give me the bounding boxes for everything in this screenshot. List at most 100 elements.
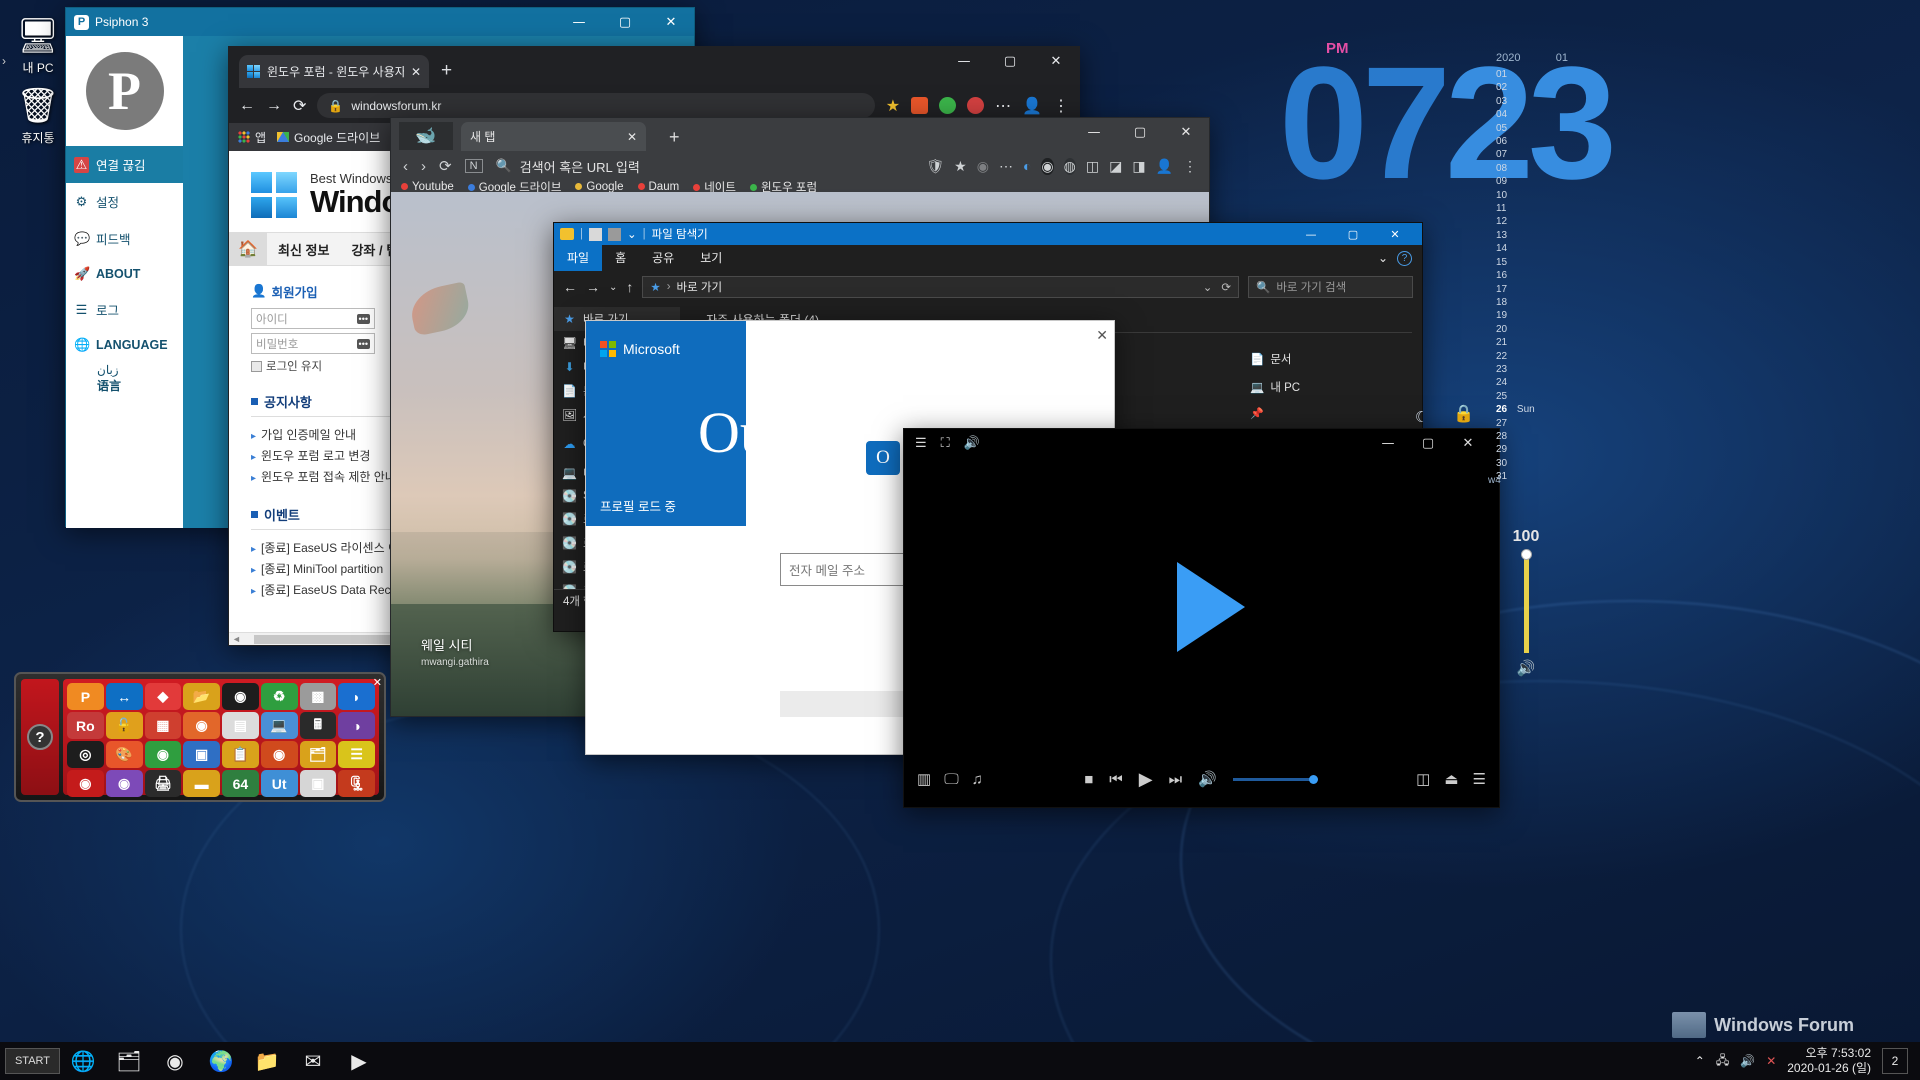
back-icon[interactable]: ← (239, 97, 255, 115)
whale-sidebar-toggle-icon[interactable]: ◍ (1063, 157, 1076, 175)
dock-item-utorrent[interactable]: Ut (260, 770, 298, 797)
stop-button[interactable]: ■ (1084, 771, 1093, 788)
close-icon[interactable]: ✕ (1096, 327, 1108, 344)
back-icon[interactable]: ‹ (403, 158, 408, 175)
keyboard-security-icon[interactable]: ••• (356, 338, 370, 349)
folder-tile-thispc[interactable]: 💻 내 PC (1250, 379, 1412, 395)
menu-icon[interactable]: ☰ (915, 435, 927, 451)
fullscreen-icon[interactable]: ⛶ (941, 435, 950, 451)
minimize-button[interactable]: — (1071, 118, 1117, 146)
volume-icon[interactable]: 🔊 (1740, 1054, 1755, 1068)
whale-tab[interactable]: 새 탭 ✕ (461, 122, 646, 151)
more-icon[interactable]: ⋯ (999, 158, 1013, 175)
previous-button[interactable]: ⏮ (1109, 771, 1123, 788)
whale-address-bar[interactable]: 🔍 검색어 혹은 URL 입력 (496, 157, 914, 176)
path-dropdown-icon[interactable]: ⌄ (1203, 280, 1213, 294)
split-view-icon[interactable]: ◪ (1109, 158, 1122, 175)
playlist-toggle-icon[interactable]: ☰ (1473, 770, 1486, 788)
extension-icon[interactable]: ◉ (977, 158, 989, 175)
chrome-tab-close-icon[interactable]: ✕ (411, 65, 421, 79)
forum-menu-item-news[interactable]: 최신 정보 (267, 240, 340, 259)
dock-item-imageviewer[interactable]: ◑ (338, 712, 375, 739)
whale-new-tab-button[interactable]: + (669, 127, 680, 148)
audio-icon[interactable]: 🔊 (964, 435, 980, 451)
dock-item-unlocker[interactable]: 🔓 (105, 712, 143, 739)
folder-tile-documents[interactable]: 📄 문서 (1250, 351, 1412, 367)
whale-tab-close-icon[interactable]: ✕ (627, 130, 637, 144)
dock-item-kmplayer[interactable]: ◉ (183, 712, 220, 739)
address-bar[interactable]: 🔒 windowsforum.kr (317, 93, 875, 118)
close-button[interactable]: ✕ (1163, 118, 1209, 146)
maximize-button[interactable]: ▢ (1332, 223, 1374, 245)
sidebar-item-language[interactable]: 🌐 LANGUAGE (66, 328, 183, 362)
dock-help-button[interactable]: ? (21, 679, 59, 795)
dock-item-teamviewer[interactable]: ↔ (105, 683, 143, 710)
dock-item-firewall[interactable]: ▩ (299, 683, 337, 710)
taskbar-item-mail[interactable]: ✉ (290, 1042, 336, 1080)
chrome-menu-icon[interactable]: ⋮ (1053, 96, 1069, 116)
bookmark-apps[interactable]: 앱 (238, 129, 266, 146)
whale-titlebar[interactable]: 🐋 새 탭 ✕ + — ▢ ✕ ‹ › ⟳ N 🔍 검색어 혹은 URL 입력 … (391, 118, 1209, 194)
dock-item-everything[interactable]: ◆ (144, 683, 182, 710)
forum-password-input[interactable]: 비밀번호 ••• (251, 333, 375, 354)
volume-slider[interactable] (1232, 774, 1318, 784)
chrome-new-tab-button[interactable]: + (441, 60, 452, 82)
extension-icon-3[interactable] (967, 97, 985, 114)
ribbon-tab-share[interactable]: 공유 (639, 245, 687, 271)
taskbar-item-player[interactable]: ▶ (336, 1042, 382, 1080)
language-option-zh[interactable]: 语言 (97, 378, 183, 394)
dock-item-color-tool[interactable]: ◉ (105, 770, 143, 797)
close-button[interactable]: ✕ (1374, 223, 1416, 245)
play-button[interactable]: ▶ (1139, 769, 1153, 790)
bookmark-google-drive[interactable]: Google 드라이브 (277, 129, 380, 146)
dock-item-folder-web[interactable]: 📂 (183, 683, 220, 710)
dock-item-coolnovo[interactable]: ◗ (338, 683, 375, 710)
dock-item-recycle[interactable]: ♻ (260, 683, 298, 710)
chevron-down-icon[interactable]: ⌄ (1378, 251, 1388, 265)
taskbar-item-globe[interactable]: 🌐 (60, 1042, 106, 1080)
play-triangle-icon[interactable] (1176, 562, 1245, 652)
volume-icon[interactable]: 🔊 (1198, 770, 1217, 788)
bookmark-star-icon[interactable]: ★ (886, 96, 900, 116)
maximize-button[interactable]: ▢ (987, 47, 1033, 75)
search-input[interactable]: 🔍 바로 가기 검색 (1248, 276, 1413, 298)
dock-item-ccleaner[interactable]: ◉ (222, 683, 259, 710)
sidebar-item-feedback[interactable]: 💬 피드백 (66, 220, 183, 257)
help-icon[interactable]: ? (1397, 250, 1412, 266)
whale-quickaccess-icon[interactable]: ◉ (1041, 157, 1054, 175)
dock-item-pc-tools[interactable]: 💻 (260, 712, 298, 739)
dock-item-recorder[interactable]: ◉ (67, 770, 104, 797)
speaker-icon[interactable]: 🔊 (1508, 659, 1544, 677)
ribbon-tab-home[interactable]: 홈 (602, 245, 639, 271)
tray-expand-icon[interactable]: ⌃ (1695, 1054, 1705, 1068)
home-icon[interactable]: 🏠 (229, 232, 267, 266)
start-button[interactable]: START (5, 1048, 60, 1074)
quick-access-dropdown-icon[interactable]: ⌄ (627, 227, 637, 241)
dock-item-metro[interactable]: ▣ (183, 741, 220, 768)
screen-icon[interactable]: 🖵 (944, 771, 958, 788)
psiphon-titlebar[interactable]: P Psiphon 3 — ▢ ✕ (66, 8, 694, 36)
new-folder-quick-icon[interactable] (608, 227, 621, 241)
dock-item-clipboard[interactable]: 📋 (222, 741, 259, 768)
extension-icon-1[interactable] (911, 97, 929, 114)
forward-icon[interactable]: → (266, 97, 282, 115)
dock-item-speccy[interactable]: ◉ (144, 741, 182, 768)
forward-icon[interactable]: → (586, 279, 600, 295)
dock-item-chrome-alt[interactable]: ◉ (260, 741, 298, 768)
taskbar-item-chrome[interactable]: ◉ (152, 1042, 198, 1080)
whale-space-icon[interactable]: ◐ (1023, 158, 1031, 174)
back-icon[interactable]: ← (563, 279, 577, 295)
maximize-button[interactable]: ▢ (1408, 429, 1448, 457)
forum-id-input[interactable]: 아이디 ••• (251, 308, 375, 329)
media-player-window[interactable]: ☰ ⛶ 🔊 — ▢ ✕ ▥ 🖵 ♫ ■ ⏮ ▶ ⏭ 🔊 ◫ ⏏ ☰ (903, 428, 1500, 808)
minimize-button[interactable]: — (1290, 223, 1332, 245)
taskbar-clock[interactable]: 오후 7:53:02 2020-01-26 (일) (1787, 1046, 1871, 1076)
close-button[interactable]: ✕ (1033, 47, 1079, 75)
chrome-titlebar[interactable]: 윈도우 포럼 - 윈도우 사용자 모임 ✕ + — ▢ ✕ ← → ⟳ 🔒 wi… (229, 47, 1079, 123)
dock-item-explorer-alt[interactable]: 🗂 (299, 741, 337, 768)
dock-item-notepad[interactable]: ▤ (222, 712, 259, 739)
aspect-ratio-icon[interactable]: ◫ (1416, 770, 1430, 788)
bookmark-star-icon[interactable]: ★ (954, 158, 967, 175)
chrome-tab[interactable]: 윈도우 포럼 - 윈도우 사용자 모임 ✕ (239, 55, 429, 88)
minimize-button[interactable]: — (556, 8, 602, 36)
